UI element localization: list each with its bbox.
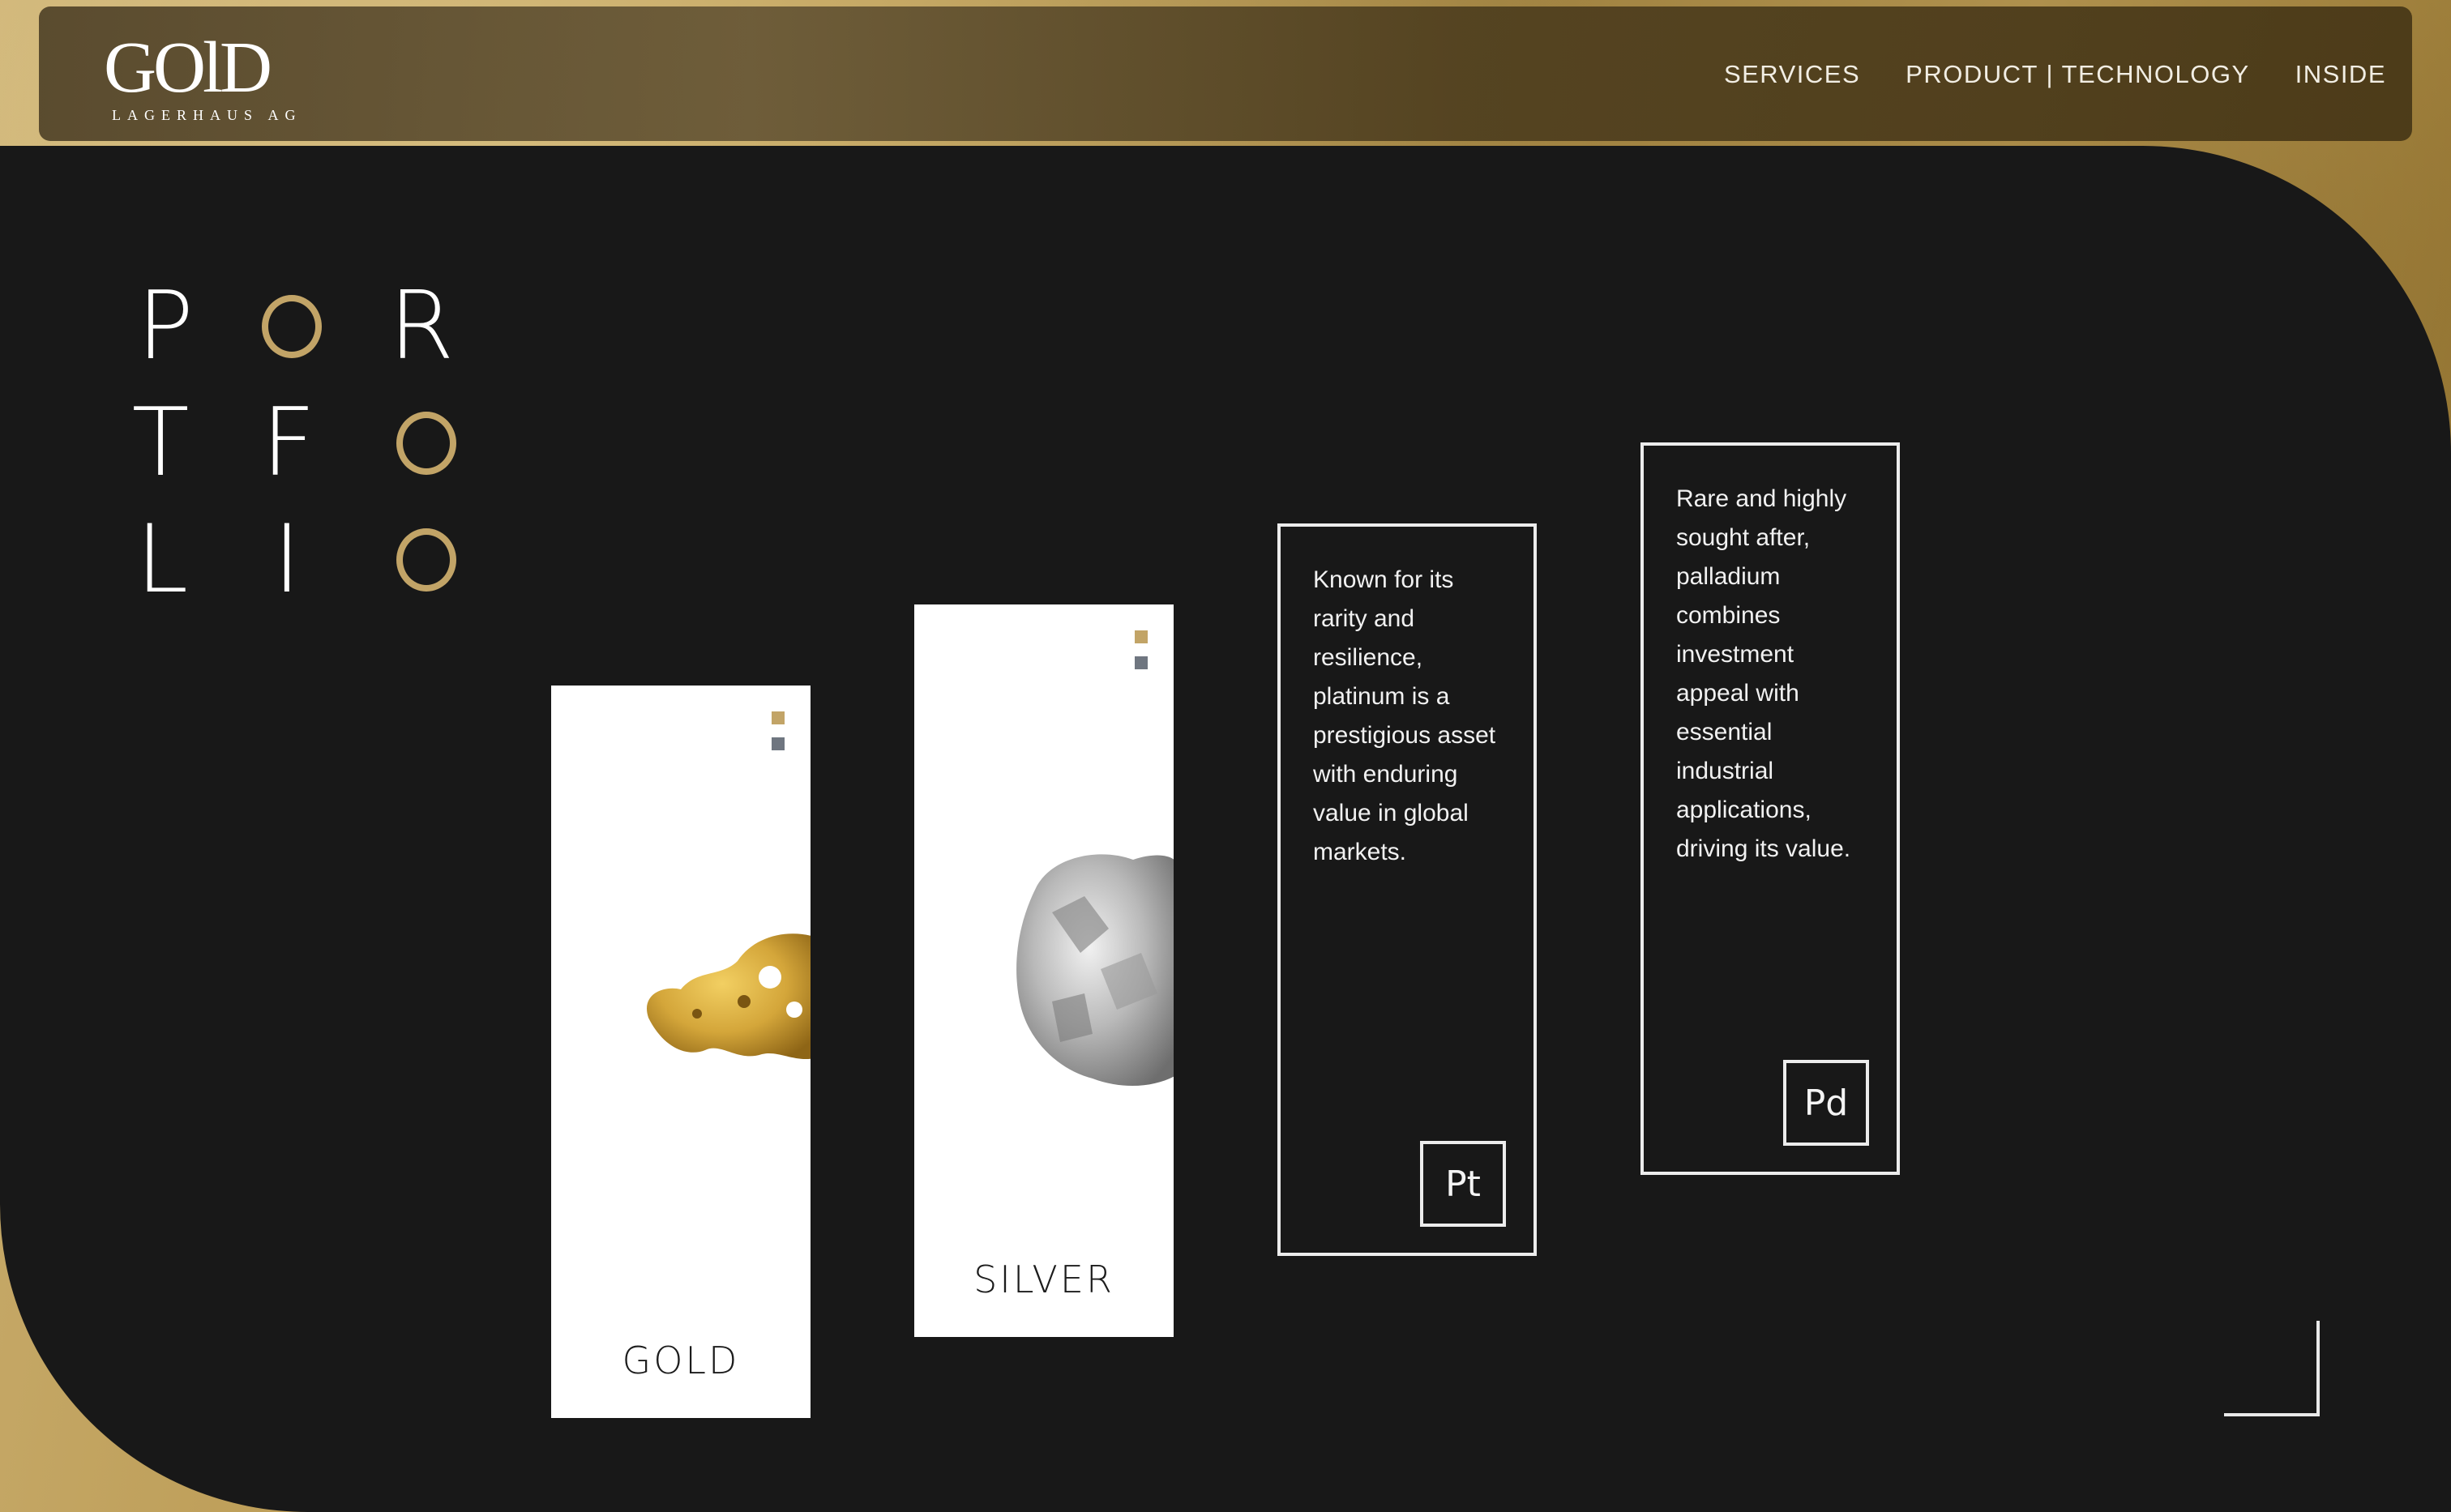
logo[interactable]: GOlD LAGERHAUS AG — [104, 28, 296, 124]
card-gold[interactable]: GOLD — [551, 686, 811, 1418]
card-platinum[interactable]: Known for its rarity and resilience, pla… — [1277, 523, 1537, 1256]
card-silver[interactable]: SILVER — [914, 604, 1174, 1337]
portfolio-letter-t: T — [131, 388, 190, 498]
portfolio-letter-l: L — [135, 505, 189, 614]
card-label-gold: GOLD — [622, 1339, 740, 1382]
gold-dot — [772, 711, 785, 724]
color-dots — [772, 711, 785, 763]
portfolio-letter-o-ring: O — [386, 399, 467, 488]
card-label-silver: SILVER — [973, 1258, 1114, 1301]
main-nav: SERVICES PRODUCT | TECHNOLOGY INSIDE — [1724, 60, 2386, 89]
element-symbol-pd: Pd — [1783, 1060, 1869, 1146]
nav-inside[interactable]: INSIDE — [2295, 60, 2386, 89]
portfolio-letter-o-ring: O — [386, 515, 467, 604]
silver-nugget-image — [1016, 854, 1174, 1086]
portfolio-letter-i: I — [272, 505, 302, 614]
portfolio-letter-o-ring: O — [251, 282, 332, 371]
card-text-palladium: Rare and highly sought after, palladium … — [1676, 485, 1851, 862]
card-text-platinum: Known for its rarity and resilience, pla… — [1313, 566, 1496, 865]
gold-dot — [1135, 630, 1148, 643]
grey-dot — [1135, 656, 1148, 669]
logo-wordmark: GOlD — [104, 28, 272, 108]
grey-dot — [772, 737, 785, 750]
card-palladium[interactable]: Rare and highly sought after, palladium … — [1640, 442, 1900, 1175]
corner-bracket-decoration — [2224, 1321, 2320, 1416]
gold-nugget-image — [647, 933, 811, 1059]
nav-product-technology[interactable]: PRODUCT | TECHNOLOGY — [1906, 60, 2249, 89]
element-symbol-pt: Pt — [1420, 1141, 1506, 1227]
color-dots — [1135, 630, 1148, 682]
logo-subtitle: LAGERHAUS AG — [112, 107, 302, 123]
portfolio-letter-r: R — [388, 271, 455, 381]
portfolio-letter-f: F — [261, 388, 316, 498]
nav-services[interactable]: SERVICES — [1724, 60, 1860, 89]
top-header: GOlD LAGERHAUS AG SERVICES PRODUCT | TEC… — [39, 6, 2412, 141]
main-panel — [0, 146, 2451, 1512]
portfolio-letter-p: P — [137, 271, 194, 381]
